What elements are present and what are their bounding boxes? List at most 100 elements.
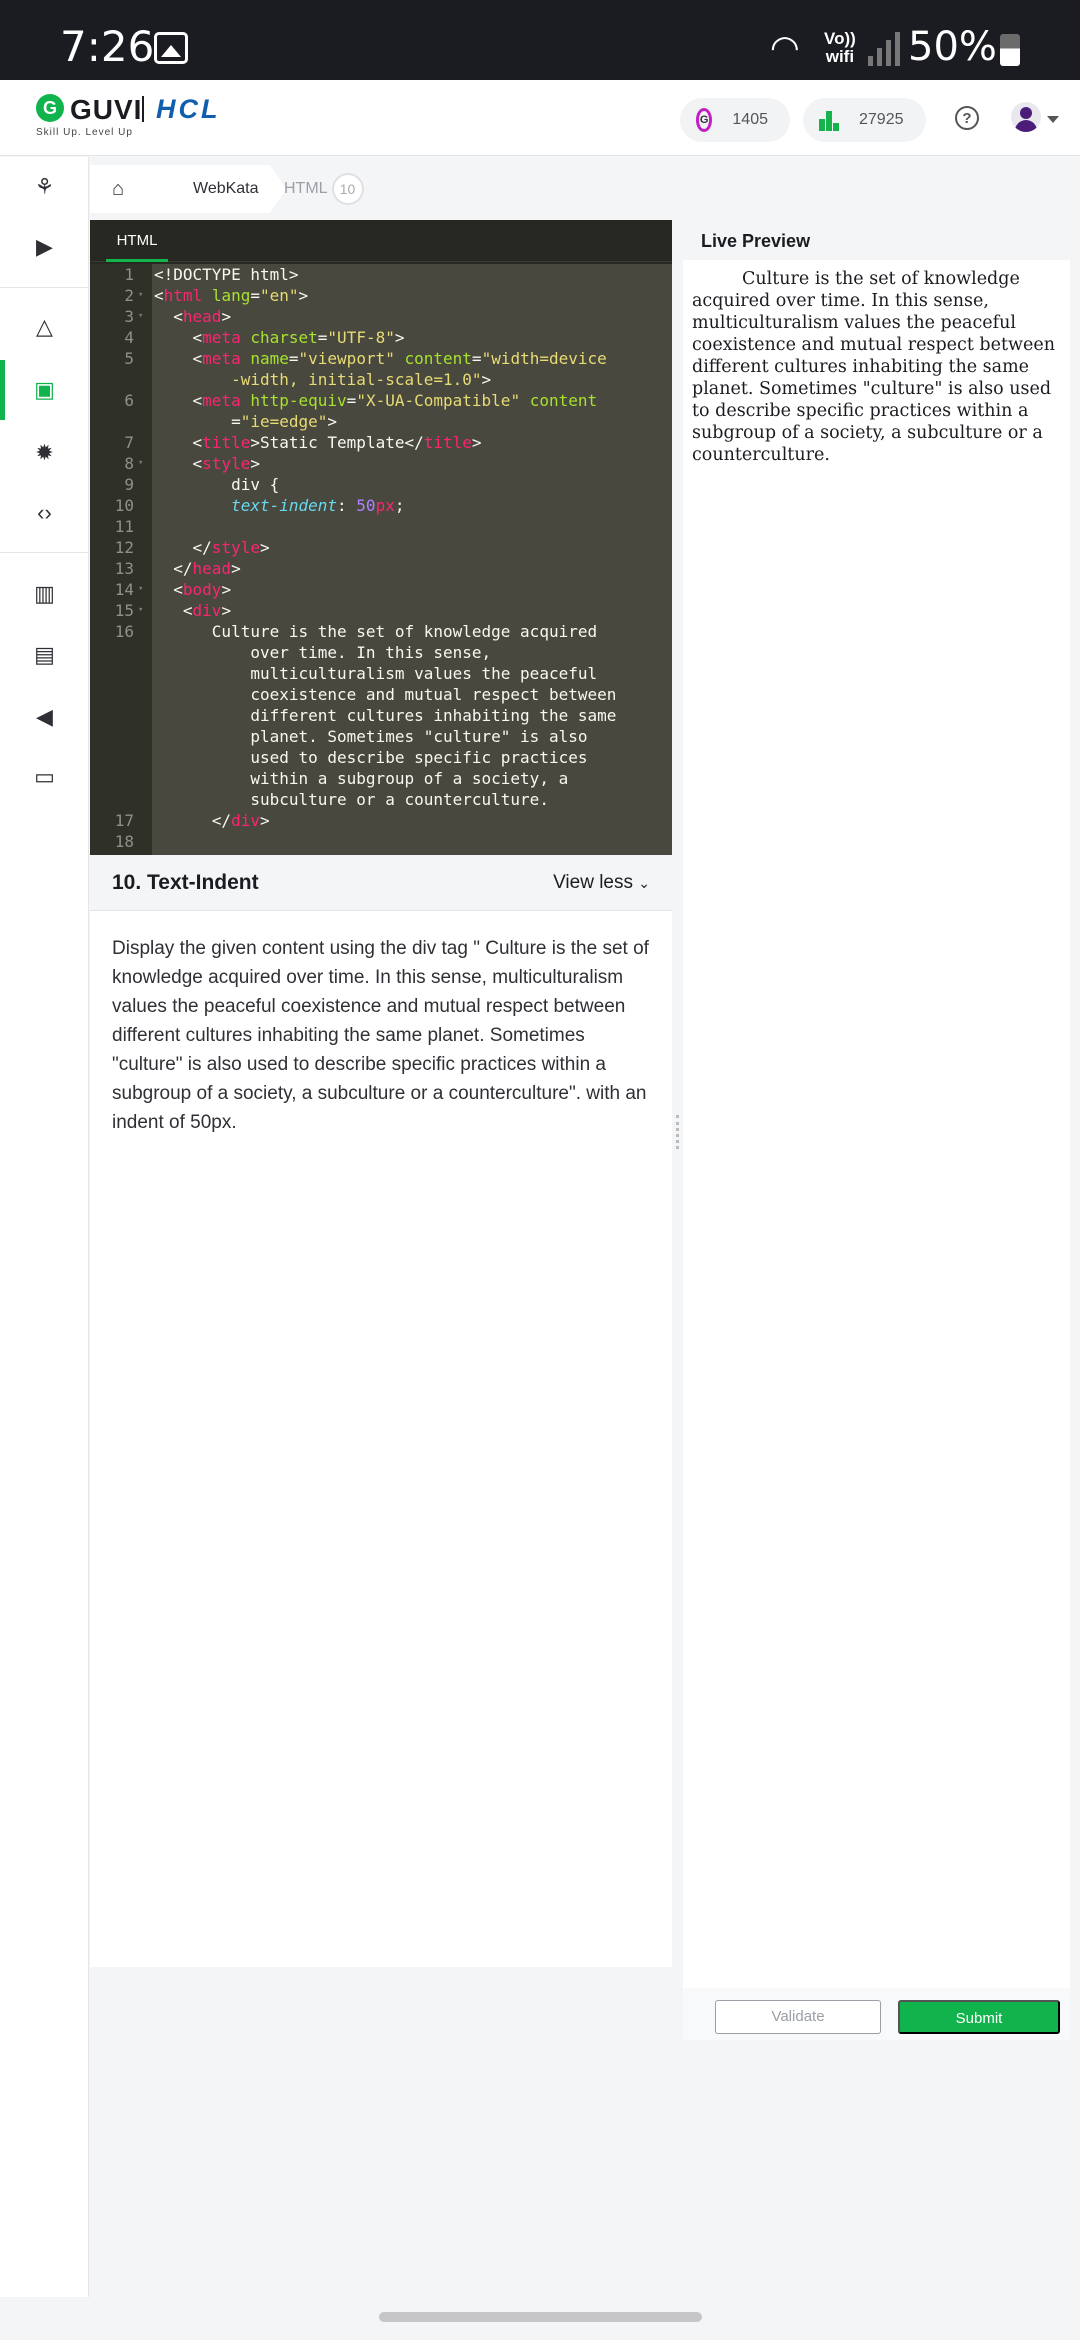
shapes-icon[interactable]: △: [0, 297, 89, 357]
jobs-icon[interactable]: ▤: [0, 625, 89, 685]
preview-content: Culture is the set of knowledge acquired…: [692, 269, 1055, 465]
bug-icon[interactable]: ✹: [0, 423, 89, 483]
code-line[interactable]: <style>: [154, 453, 260, 474]
code-line[interactable]: used to describe specific practices: [154, 747, 587, 768]
code-line[interactable]: multiculturalism values the peaceful: [154, 663, 597, 684]
code-line[interactable]: subculture or a counterculture.: [154, 789, 549, 810]
question-count-badge: 10: [331, 173, 364, 205]
home-indicator[interactable]: [379, 2312, 702, 2322]
code-line[interactable]: div {: [154, 474, 279, 495]
code-line[interactable]: <!DOCTYPE html>: [154, 264, 299, 285]
wifi-icon: ◠: [770, 29, 800, 67]
code-line[interactable]: coexistence and mutual respect between: [154, 684, 616, 705]
code-editor-icon[interactable]: ▣: [0, 360, 89, 420]
code-line[interactable]: </body>: [154, 852, 240, 855]
brand-tagline: Skill Up. Level Up: [36, 127, 133, 138]
code-area[interactable]: 12▾3▾45678▾91011121314▾15▾16171819 <!DOC…: [90, 264, 672, 855]
code-line[interactable]: over time. In this sense,: [154, 642, 491, 663]
drag-handle-icon[interactable]: [676, 1115, 679, 1149]
help-icon[interactable]: ?: [955, 106, 979, 130]
chevron-down-icon[interactable]: [1047, 116, 1059, 123]
code-line[interactable]: <meta name="viewport" content="width=dev…: [154, 348, 607, 369]
line-number: 1: [124, 265, 134, 284]
line-number: 14: [114, 580, 134, 599]
guvi-logo-icon[interactable]: G: [36, 94, 64, 122]
code-line[interactable]: -width, initial-scale=1.0">: [154, 369, 491, 390]
code-line[interactable]: <html lang="en">: [154, 285, 308, 306]
battery-percent: 50%: [908, 24, 997, 70]
line-number: 12: [114, 538, 134, 557]
brand-name[interactable]: GUVI: [70, 94, 142, 126]
breadcrumb-home[interactable]: ⌂: [90, 165, 181, 213]
chevron-down-icon: ⌄: [638, 875, 650, 891]
line-number: 8: [124, 454, 134, 473]
rank-icon: [819, 109, 839, 131]
battery-icon: [1000, 34, 1020, 66]
live-preview-header: Live Preview: [683, 220, 1070, 260]
code-line[interactable]: <meta http-equiv="X-UA-Compatible" conte…: [154, 390, 598, 411]
code-line[interactable]: <meta charset="UTF-8">: [154, 327, 405, 348]
coins-badge[interactable]: G 1405: [680, 98, 790, 142]
partner-logo: HCL: [156, 94, 221, 124]
signal-icon: [868, 30, 900, 66]
code-brackets-icon[interactable]: ‹›: [0, 483, 89, 543]
sidebar-divider: [0, 552, 89, 553]
view-less-toggle[interactable]: View less ⌄: [553, 872, 650, 894]
line-number: 2: [124, 286, 134, 305]
fold-arrow-icon[interactable]: ▾: [138, 453, 143, 474]
problem-description: Display the given content using the div …: [90, 911, 672, 1967]
sidebar-divider: [0, 287, 89, 288]
breadcrumb-label: HTML: [284, 180, 328, 197]
line-number: 15: [114, 601, 134, 620]
breadcrumb-label: WebKata: [193, 180, 259, 197]
line-number: 13: [114, 559, 134, 578]
code-line[interactable]: <div>: [154, 600, 231, 621]
code-line[interactable]: </head>: [154, 558, 240, 579]
fold-arrow-icon[interactable]: ▾: [138, 306, 143, 327]
chat-icon[interactable]: ▭: [0, 747, 89, 807]
logo-divider: [142, 96, 144, 122]
problem-header: 10. Text-Indent View less ⌄: [90, 856, 672, 911]
code-line[interactable]: </div>: [154, 810, 270, 831]
line-number: 11: [114, 517, 134, 536]
line-gutter: 12▾3▾45678▾91011121314▾15▾16171819: [90, 264, 152, 855]
line-number: 3: [124, 307, 134, 326]
code-line[interactable]: different cultures inhabiting the same: [154, 705, 616, 726]
code-line[interactable]: <body>: [154, 579, 231, 600]
code-editor[interactable]: HTML 12▾3▾45678▾91011121314▾15▾16171819 …: [90, 220, 672, 855]
line-number: 7: [124, 433, 134, 452]
code-line[interactable]: <title>Static Template</title>: [154, 432, 482, 453]
code-line[interactable]: </style>: [154, 537, 270, 558]
rank-badge[interactable]: 27925: [803, 98, 926, 142]
problem-title: 10. Text-Indent: [112, 871, 259, 894]
bar-chart-icon[interactable]: ▥: [0, 564, 89, 624]
line-number: 16: [114, 622, 134, 641]
tab-html[interactable]: HTML: [106, 220, 168, 262]
line-number: 18: [114, 832, 134, 851]
home-icon: ⌂: [112, 177, 125, 200]
code-line[interactable]: within a subgroup of a society, a: [154, 768, 568, 789]
submit-button[interactable]: Submit: [898, 2000, 1060, 2034]
fold-arrow-icon[interactable]: ▾: [138, 579, 143, 600]
code-line[interactable]: Culture is the set of knowledge acquired: [154, 621, 597, 642]
code-line[interactable]: planet. Sometimes "culture" is also: [154, 726, 587, 747]
editor-tabs: HTML: [90, 220, 672, 262]
yoga-icon[interactable]: ⚘: [0, 157, 89, 217]
code-line[interactable]: ="ie=edge">: [154, 411, 337, 432]
line-number: 9: [124, 475, 134, 494]
fold-arrow-icon[interactable]: ▾: [138, 285, 143, 306]
line-number: 5: [124, 349, 134, 368]
line-number: 10: [114, 496, 134, 515]
volte-label: Vo)) wifi: [824, 29, 856, 66]
fold-arrow-icon[interactable]: ▾: [138, 600, 143, 621]
breadcrumb-webkata[interactable]: WebKata: [165, 165, 286, 213]
play-icon[interactable]: ▶: [0, 217, 89, 277]
line-number: 17: [114, 811, 134, 830]
user-avatar[interactable]: [1011, 102, 1041, 132]
status-time: 7:26: [60, 22, 155, 71]
validate-button[interactable]: Validate: [715, 2000, 881, 2034]
announcement-icon[interactable]: ◀: [0, 687, 89, 747]
code-line[interactable]: text-indent: 50px;: [154, 495, 404, 516]
code-line[interactable]: <head>: [154, 306, 231, 327]
code-lines[interactable]: <!DOCTYPE html> <html lang="en"> <head> …: [152, 264, 672, 855]
